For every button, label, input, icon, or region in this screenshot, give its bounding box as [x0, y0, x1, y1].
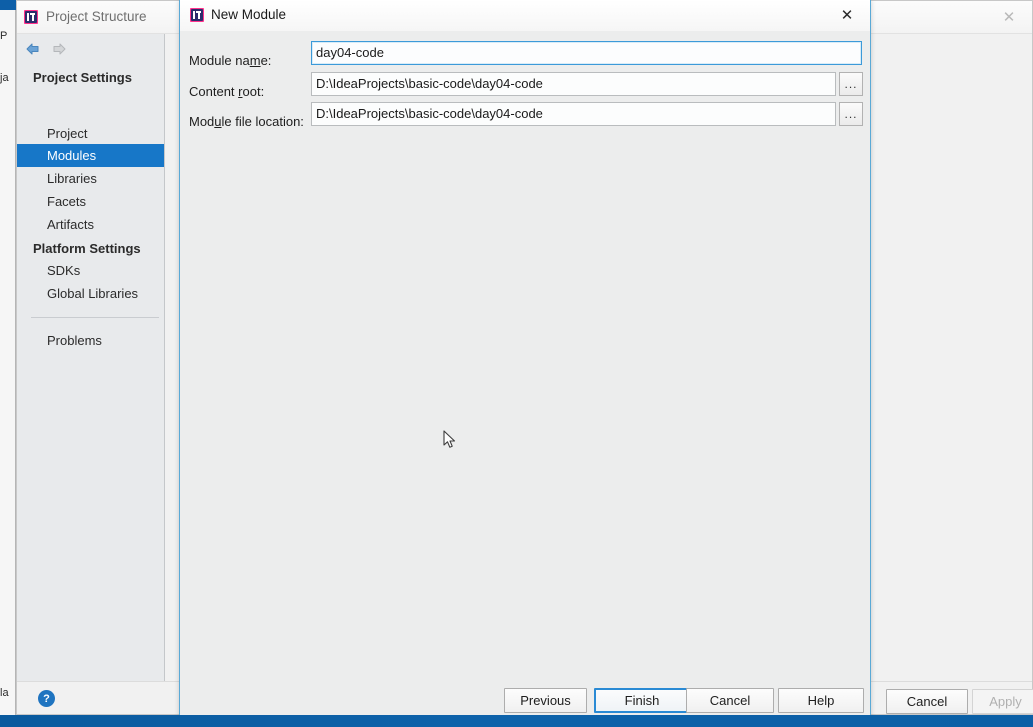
module-name-label: Module name: — [189, 53, 271, 68]
new-module-title: New Module — [211, 7, 287, 22]
content-root-label-suffix: oot: — [242, 84, 265, 99]
sidebar-item-project[interactable]: Project — [17, 122, 164, 145]
cancel-button[interactable]: Cancel — [686, 688, 774, 713]
new-module-body: Module name: day04-code Content root: D:… — [180, 31, 870, 679]
project-structure-title: Project Structure — [46, 9, 147, 24]
ide-fragment-text-top: P — [0, 30, 8, 42]
close-icon[interactable]: ✕ — [986, 1, 1032, 33]
module-file-location-label-mnemonic: u — [214, 114, 222, 129]
sidebar-item-artifacts[interactable]: Artifacts — [17, 213, 164, 236]
module-file-location-label-suffix: le file location: — [221, 114, 304, 129]
module-file-location-input[interactable]: D:\IdeaProjects\basic-code\day04-code — [311, 102, 836, 126]
content-root-input[interactable]: D:\IdeaProjects\basic-code\day04-code — [311, 72, 836, 96]
intellij-idea-icon — [23, 9, 39, 25]
ide-fragment-text-bottom: la — [0, 687, 9, 699]
ide-window-fragment-titlebar — [0, 0, 16, 10]
sidebar-item-global-libraries[interactable]: Global Libraries — [17, 282, 164, 305]
nav-group-project-settings: Project Settings — [33, 70, 132, 85]
nav-separator — [31, 317, 159, 318]
background-cancel-button[interactable]: Cancel — [886, 689, 968, 714]
new-module-dialog: New Module ✕ Module name: day04-code Con… — [179, 0, 871, 724]
module-name-label-mnemonic: m — [249, 53, 261, 68]
content-root-browse-button[interactable]: ... — [839, 72, 863, 96]
arrow-right-icon — [49, 41, 69, 57]
ide-fragment-text-middle: ja — [0, 72, 9, 84]
module-file-location-label: Module file location: — [189, 114, 304, 129]
sidebar-item-problems[interactable]: Problems — [17, 329, 164, 352]
sidebar-item-facets[interactable]: Facets — [17, 190, 164, 213]
sidebar-item-libraries[interactable]: Libraries — [17, 167, 164, 190]
intellij-idea-icon — [189, 7, 205, 23]
module-file-location-browse-button[interactable]: ... — [839, 102, 863, 126]
module-name-label-suffix: e: — [260, 53, 272, 68]
nav-group-platform-settings: Platform Settings — [33, 241, 141, 256]
close-icon[interactable]: ✕ — [824, 0, 870, 30]
content-root-label: Content root: — [189, 84, 264, 99]
finish-button[interactable]: Finish — [594, 688, 690, 713]
background-apply-button: Apply — [972, 689, 1033, 714]
sidebar-item-modules[interactable]: Modules — [17, 144, 164, 167]
new-module-titlebar: New Module ✕ — [180, 0, 870, 31]
nav-toolbar — [17, 34, 164, 62]
previous-button[interactable]: Previous — [504, 688, 587, 713]
desktop-taskbar — [0, 715, 1033, 727]
sidebar-item-sdks[interactable]: SDKs — [17, 259, 164, 282]
module-name-label-text: Module na — [189, 53, 250, 68]
help-button[interactable]: Help — [778, 688, 864, 713]
module-file-location-label-text: Mod — [189, 114, 215, 129]
ide-window-fragment — [0, 0, 16, 715]
help-icon[interactable]: ? — [38, 690, 55, 707]
module-name-input[interactable]: day04-code — [311, 41, 862, 65]
content-root-label-text: Content — [189, 84, 239, 99]
project-structure-nav-panel: Project Settings Project Modules Librari… — [17, 34, 165, 681]
arrow-left-icon[interactable] — [23, 41, 43, 57]
